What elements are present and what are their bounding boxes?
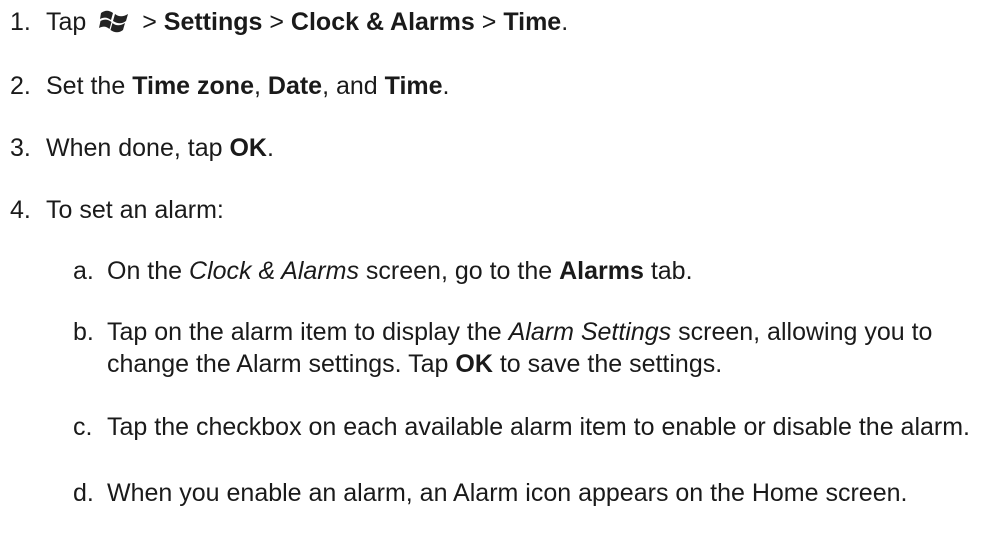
- substep-text: Tap the checkbox on each available alarm…: [107, 413, 971, 441]
- step-text: When done, tap: [46, 134, 223, 162]
- substep-d: d. When you enable an alarm, an Alarm ic…: [73, 477, 973, 509]
- field-date: Date: [267, 72, 323, 100]
- substep-text: Tap on the alarm item to display the Ala…: [107, 318, 933, 378]
- step-number: 2.: [10, 72, 31, 100]
- breadcrumb-separator: >: [481, 8, 497, 36]
- step-text: Tap: [46, 8, 87, 36]
- step-text: To set an alarm:: [46, 196, 224, 224]
- screen-name-alarm-settings: Alarm Settings: [508, 318, 672, 346]
- substep-text: When you enable an alarm, an Alarm icon …: [107, 479, 908, 507]
- step-1: 1. Tap > Settings > Clock & Alarms > Time…: [10, 7, 569, 36]
- field-time: Time: [384, 72, 443, 100]
- step-number: 3.: [10, 134, 31, 162]
- step-text: Set the: [46, 72, 126, 100]
- button-ok-label: OK: [229, 134, 267, 162]
- breadcrumb-separator: >: [142, 8, 157, 36]
- button-ok-label: OK: [455, 350, 493, 378]
- substep-a: a. On the Clock & Alarms screen, go to t…: [73, 255, 973, 287]
- breadcrumb-separator: >: [269, 8, 284, 36]
- substep-letter: d.: [73, 479, 94, 507]
- field-time-zone: Time zone: [132, 72, 254, 100]
- tab-name-alarms: Alarms: [559, 257, 644, 285]
- step-number: 1.: [10, 8, 31, 36]
- step-3: 3. When done, tap OK.: [10, 134, 274, 162]
- menu-item-time: Time: [503, 8, 562, 36]
- substep-letter: a.: [73, 257, 94, 285]
- substep-text: On the Clock & Alarms screen, go to the …: [107, 257, 693, 285]
- windows-start-icon: [99, 7, 129, 33]
- instructions-document: 1. Tap > Settings > Clock & Alarms > Time…: [0, 0, 991, 553]
- substep-c: c. Tap the checkbox on each available al…: [73, 411, 973, 443]
- step-2: 2. Set the Time zone, Date, and Time.: [10, 72, 450, 100]
- step-4: 4. To set an alarm:: [10, 194, 224, 226]
- step-number: 4.: [10, 196, 31, 224]
- menu-item-settings: Settings: [163, 8, 263, 36]
- menu-item-clock-alarms: Clock & Alarms: [290, 8, 475, 36]
- substep-letter: c.: [73, 413, 93, 441]
- screen-name-clock-alarms: Clock & Alarms: [189, 257, 359, 285]
- substep-letter: b.: [73, 318, 94, 346]
- substep-b: b. Tap on the alarm item to display the …: [73, 316, 973, 380]
